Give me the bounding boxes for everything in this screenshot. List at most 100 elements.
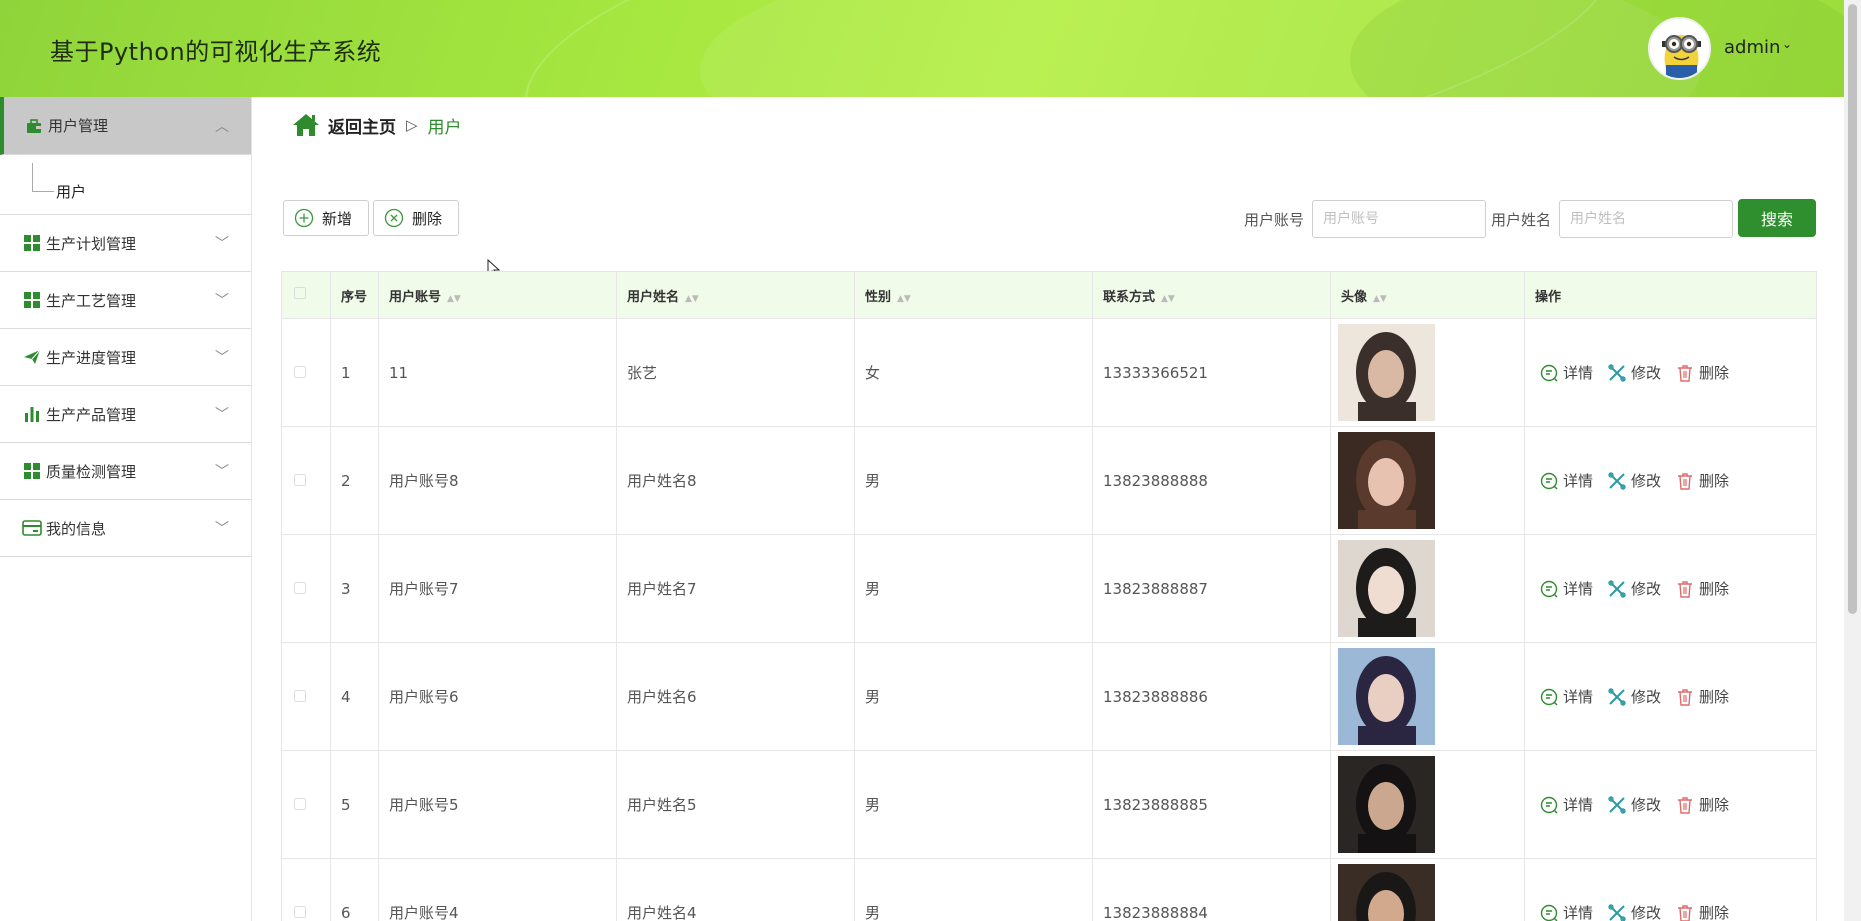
sidebar-group-production-product[interactable]: 生产产品管理 ﹀ — [0, 386, 251, 443]
select-all-checkbox-cell[interactable] — [281, 271, 331, 319]
cell-phone: 13823888888 — [1092, 426, 1331, 535]
detail-button[interactable]: 详情 — [1539, 902, 1593, 921]
row-checkbox[interactable] — [294, 581, 306, 594]
row-checkbox-cell[interactable] — [281, 858, 331, 921]
column-header-name[interactable]: 用户姓名 ▲▼ — [616, 271, 855, 319]
column-header-phone[interactable]: 联系方式 ▲▼ — [1092, 271, 1331, 319]
name-search-label: 用户姓名 — [1491, 211, 1552, 229]
table-row[interactable]: 2 用户账号8 用户姓名8 男 13823888888 详情 修改 删除 — [281, 426, 1817, 535]
user-photo[interactable] — [1338, 864, 1435, 921]
detail-button[interactable]: 详情 — [1539, 470, 1593, 491]
row-checkbox[interactable] — [294, 473, 306, 486]
cell-phone: 13823888884 — [1092, 858, 1331, 921]
breadcrumb-home-link[interactable]: 返回主页 — [328, 113, 396, 138]
detail-button[interactable]: 详情 — [1539, 578, 1593, 599]
table-row[interactable]: 4 用户账号6 用户姓名6 男 13823888886 详情 修改 删除 — [281, 642, 1817, 751]
cell-actions: 详情 修改 删除 — [1524, 750, 1817, 859]
table-row[interactable]: 3 用户账号7 用户姓名7 男 13823888887 详情 修改 删除 — [281, 534, 1817, 643]
user-photo[interactable] — [1338, 432, 1435, 529]
page-scrollbar[interactable] — [1844, 0, 1861, 921]
detail-icon — [1540, 472, 1558, 489]
cell-actions: 详情 修改 删除 — [1524, 642, 1817, 751]
cell-account: 用户账号7 — [378, 534, 617, 643]
user-photo[interactable] — [1338, 324, 1435, 421]
row-checkbox-cell[interactable] — [281, 642, 331, 751]
top-header: 基于Python的可视化生产系统 admin ⌄ — [0, 0, 1861, 97]
sidebar-group-quality-inspection[interactable]: 质量检测管理 ﹀ — [0, 443, 251, 500]
edit-button[interactable]: 修改 — [1607, 578, 1661, 599]
user-avatar[interactable] — [1648, 17, 1711, 80]
app-title: 基于Python的可视化生产系统 — [50, 38, 382, 66]
add-button-label: 新增 — [322, 209, 353, 228]
cell-index: 1 — [330, 318, 379, 427]
scrollbar-thumb[interactable] — [1848, 4, 1857, 614]
column-header-avatar[interactable]: 头像 ▲▼ — [1330, 271, 1525, 319]
name-search-input[interactable] — [1559, 200, 1733, 238]
sidebar-group-production-process[interactable]: 生产工艺管理 ﹀ — [0, 272, 251, 329]
account-search-input[interactable] — [1312, 200, 1486, 238]
row-checkbox[interactable] — [294, 797, 306, 810]
column-header-gender[interactable]: 性别 ▲▼ — [854, 271, 1093, 319]
add-button[interactable]: 新增 — [283, 200, 369, 236]
row-checkbox-cell[interactable] — [281, 534, 331, 643]
user-photo[interactable] — [1338, 540, 1435, 637]
delete-row-button[interactable]: 删除 — [1675, 362, 1729, 383]
user-menu-label[interactable]: admin — [1724, 37, 1780, 58]
delete-button[interactable]: 删除 — [373, 200, 459, 236]
cell-phone: 13823888885 — [1092, 750, 1331, 859]
table-row[interactable]: 6 用户账号4 用户姓名4 男 13823888884 详情 修改 删除 — [281, 858, 1817, 921]
home-icon[interactable] — [292, 112, 320, 138]
wrench-icon — [1608, 795, 1626, 814]
row-checkbox-cell[interactable] — [281, 750, 331, 859]
chevron-down-icon: ﹀ — [215, 407, 229, 423]
sidebar: 用户管理 ︿ 用户 生产计划管理 ﹀ 生产工艺管理 ﹀ 生产进度管理 ﹀ 生产产… — [0, 97, 252, 921]
edit-button[interactable]: 修改 — [1607, 470, 1661, 491]
sort-icon: ▲▼ — [447, 293, 461, 304]
sidebar-group-production-progress[interactable]: 生产进度管理 ﹀ — [0, 329, 251, 386]
sidebar-group-my-info[interactable]: 我的信息 ﹀ — [0, 500, 251, 557]
detail-button[interactable]: 详情 — [1539, 686, 1593, 707]
sidebar-group-user-management[interactable]: 用户管理 ︿ — [0, 97, 251, 155]
edit-button[interactable]: 修改 — [1607, 902, 1661, 921]
cell-avatar — [1330, 642, 1525, 751]
breadcrumb: 返回主页 ▷ 用户 — [292, 112, 462, 138]
row-checkbox[interactable] — [294, 365, 306, 378]
sidebar-group-production-plan[interactable]: 生产计划管理 ﹀ — [0, 215, 251, 272]
chevron-down-icon[interactable]: ⌄ — [1782, 37, 1792, 51]
edit-button[interactable]: 修改 — [1607, 686, 1661, 707]
tree-line — [32, 163, 33, 191]
table-row[interactable]: 5 用户账号5 用户姓名5 男 13823888885 详情 修改 删除 — [281, 750, 1817, 859]
delete-row-button[interactable]: 删除 — [1675, 578, 1729, 599]
delete-row-button[interactable]: 删除 — [1675, 686, 1729, 707]
detail-button[interactable]: 详情 — [1539, 794, 1593, 815]
grid-icon — [22, 290, 42, 310]
row-checkbox[interactable] — [294, 689, 306, 702]
cell-name: 用户姓名8 — [616, 426, 855, 535]
search-button[interactable]: 搜索 — [1738, 199, 1816, 237]
cell-gender: 男 — [854, 534, 1093, 643]
chevron-down-icon: ﹀ — [215, 293, 229, 309]
cell-actions: 详情 修改 删除 — [1524, 858, 1817, 921]
table-row[interactable]: 1 11 张艺 女 13333366521 详情 修改 删除 — [281, 318, 1817, 427]
row-checkbox-cell[interactable] — [281, 426, 331, 535]
edit-button[interactable]: 修改 — [1607, 794, 1661, 815]
delete-row-button[interactable]: 删除 — [1675, 902, 1729, 921]
detail-icon — [1540, 364, 1558, 381]
edit-button[interactable]: 修改 — [1607, 362, 1661, 383]
cell-name: 张艺 — [616, 318, 855, 427]
delete-row-button[interactable]: 删除 — [1675, 470, 1729, 491]
cell-account: 用户账号4 — [378, 858, 617, 921]
user-photo[interactable] — [1338, 756, 1435, 853]
select-all-checkbox[interactable] — [294, 287, 306, 299]
column-header-account[interactable]: 用户账号 ▲▼ — [378, 271, 617, 319]
delete-row-button[interactable]: 删除 — [1675, 794, 1729, 815]
row-checkbox[interactable] — [294, 905, 306, 918]
plus-circle-icon — [294, 208, 314, 228]
user-photo[interactable] — [1338, 648, 1435, 745]
row-checkbox-cell[interactable] — [281, 318, 331, 427]
sidebar-item-user[interactable]: 用户 — [0, 155, 251, 215]
detail-button[interactable]: 详情 — [1539, 362, 1593, 383]
sidebar-item-label: 用户 — [56, 183, 87, 201]
cell-avatar — [1330, 426, 1525, 535]
cell-gender: 男 — [854, 426, 1093, 535]
